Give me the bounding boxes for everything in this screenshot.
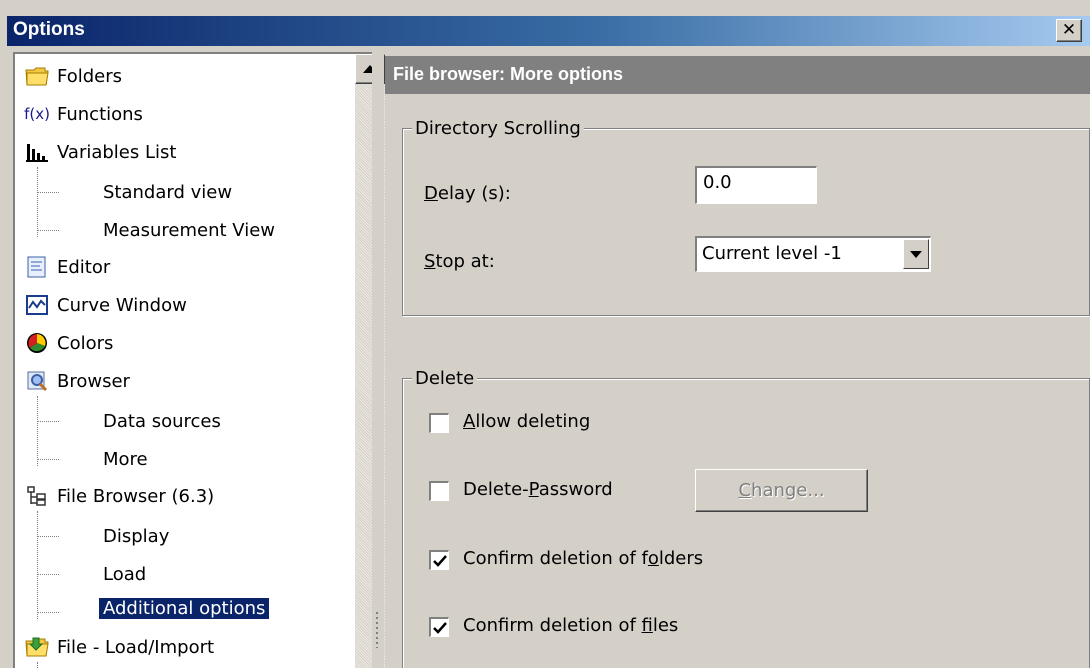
change-button-label: Change...: [738, 480, 825, 501]
tree-item-label: Load: [103, 563, 147, 585]
file-browser-icon: [25, 484, 49, 508]
options-tree[interactable]: Folders f(x) Functions Variables List St…: [13, 52, 385, 668]
tree-item-folders[interactable]: Folders: [25, 59, 122, 93]
tree-item-label: Browser: [57, 370, 130, 392]
delay-value: 0.0: [703, 172, 732, 193]
variables-list-icon: [25, 140, 49, 164]
tree-connector: [37, 396, 38, 466]
delete-password-label[interactable]: Delete-Password: [463, 479, 613, 500]
tree-item-file-load-import[interactable]: File - Load/Import: [25, 630, 214, 664]
delete-group-label: Delete: [412, 368, 478, 389]
confirm-folders-checkbox[interactable]: [429, 550, 449, 570]
tree-item-label: Functions: [57, 103, 143, 125]
tree-item-label: Folders: [57, 65, 123, 87]
title-bar-caption[interactable]: Options ✕: [7, 16, 1090, 46]
confirm-files-label[interactable]: Confirm deletion of files: [463, 615, 678, 636]
tree-item-editor[interactable]: Editor: [25, 250, 110, 284]
tree-connector: [37, 192, 59, 193]
stop-at-value: Current level -1: [702, 243, 842, 264]
tree-item-display[interactable]: Display: [103, 519, 169, 553]
delay-label: Delay (s):: [424, 183, 511, 204]
tree-connector: [37, 167, 38, 237]
change-password-button[interactable]: Change...: [695, 469, 868, 512]
directory-scrolling-label: Directory Scrolling: [412, 118, 584, 139]
tree-item-label: Variables List: [57, 141, 177, 163]
tree-item-label: File Browser (6.3): [57, 485, 215, 507]
tree-item-label: Curve Window: [57, 294, 187, 316]
delete-password-checkbox[interactable]: [429, 481, 449, 501]
panel-header: File browser: More options: [385, 56, 1090, 94]
dropdown-arrow-button[interactable]: [903, 239, 929, 269]
tree-item-label: Additional options: [99, 597, 270, 619]
title-bar: Options ✕: [0, 0, 1090, 48]
folder-icon: [25, 64, 49, 88]
tree-item-curve-window[interactable]: Curve Window: [25, 288, 187, 322]
delay-input[interactable]: 0.0: [695, 166, 817, 204]
browser-icon: [25, 369, 49, 393]
tree-connector: [37, 612, 59, 613]
tree-connector: [37, 230, 59, 231]
window-title: Options: [13, 19, 85, 40]
stop-at-select[interactable]: Current level -1: [695, 236, 931, 272]
curve-window-icon: [25, 293, 49, 317]
stop-at-label: Stop at:: [424, 251, 495, 272]
colors-icon: [25, 331, 49, 355]
tree-connector: [37, 511, 38, 619]
panel-title: File browser: More options: [393, 64, 624, 84]
file-load-import-icon: [25, 635, 49, 659]
tree-item-data-sources[interactable]: Data sources: [103, 404, 221, 438]
panel-splitter[interactable]: [372, 52, 384, 668]
tree-item-browser[interactable]: Browser: [25, 364, 130, 398]
tree-connector: [37, 421, 59, 422]
tree-item-functions[interactable]: f(x) Functions: [24, 97, 143, 131]
tree-item-label: File - Load/Import: [57, 636, 215, 658]
allow-deleting-checkbox[interactable]: [429, 413, 449, 433]
tree-item-standard-view[interactable]: Standard view: [103, 175, 232, 209]
tree-item-label: Display: [103, 525, 170, 547]
close-button[interactable]: ✕: [1056, 19, 1082, 42]
checkmark-icon: [432, 621, 447, 634]
tree-item-additional-options[interactable]: Additional options: [99, 591, 270, 625]
chevron-down-icon: [910, 250, 922, 258]
tree-item-label: Editor: [57, 256, 111, 278]
tree-item-colors[interactable]: Colors: [25, 326, 113, 360]
tree-connector: [37, 574, 59, 575]
confirm-folders-label[interactable]: Confirm deletion of folders: [463, 548, 703, 569]
tree-item-more[interactable]: More: [103, 442, 148, 476]
tree-item-label: Standard view: [103, 181, 233, 203]
function-icon: f(x): [24, 105, 50, 123]
tree-item-label: Data sources: [103, 410, 221, 432]
tree-connector: [37, 459, 59, 460]
tree-item-load[interactable]: Load: [103, 557, 146, 591]
splitter-grip-icon[interactable]: [376, 612, 378, 648]
directory-scrolling-group: [402, 128, 1090, 316]
checkmark-icon: [432, 554, 447, 567]
tree-item-file-browser[interactable]: File Browser (6.3): [25, 479, 214, 513]
close-icon: ✕: [1061, 20, 1077, 40]
tree-connector: [37, 536, 59, 537]
tree-item-measurement-view[interactable]: Measurement View: [103, 213, 275, 247]
tree-connector: [37, 662, 38, 668]
allow-deleting-label[interactable]: Allow deleting: [463, 411, 590, 432]
tree-item-label: Measurement View: [103, 219, 276, 241]
editor-icon: [25, 255, 49, 279]
tree-item-variables-list[interactable]: Variables List: [25, 135, 176, 169]
tree-item-label: More: [103, 448, 148, 470]
confirm-files-checkbox[interactable]: [429, 617, 449, 637]
tree-item-label: Colors: [57, 332, 114, 354]
